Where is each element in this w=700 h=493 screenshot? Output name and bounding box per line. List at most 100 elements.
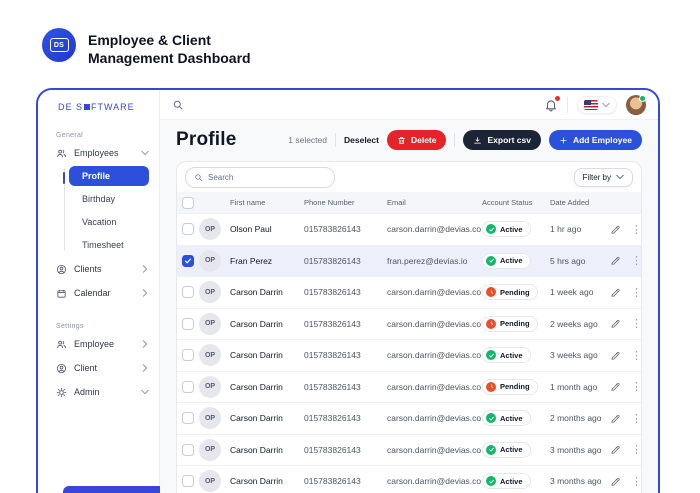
row-date-added: 2 weeks ago [550, 319, 610, 329]
edit-button[interactable] [610, 224, 632, 235]
row-email: carson.darrin@devias.co [387, 382, 482, 392]
check-icon [488, 478, 495, 485]
sidebar: DE SFTWARE General Employees Profile Bir… [38, 90, 160, 493]
export-csv-button[interactable]: Export csv [463, 130, 540, 150]
row-checkbox[interactable] [182, 318, 194, 330]
edit-button[interactable] [610, 318, 632, 329]
more-actions-button[interactable]: ⋮ [632, 286, 641, 299]
brand-square-icon [84, 104, 90, 110]
screen: DS Employee & Client Management Dashboar… [0, 0, 700, 493]
edit-button[interactable] [610, 413, 632, 424]
employees-table-card: Filter by First name Phone Number Email … [176, 161, 642, 493]
more-actions-button[interactable]: ⋮ [632, 475, 641, 488]
row-date-added: 1 hr ago [550, 224, 610, 234]
status-icon [486, 224, 496, 234]
table-row[interactable]: OP Carson Darrin 015783826143 carson.dar… [177, 465, 641, 493]
edit-button[interactable] [610, 476, 632, 487]
table-row[interactable]: OP Carson Darrin 015783826143 carson.dar… [177, 434, 641, 466]
app-title-line2: Management Dashboard [88, 49, 251, 67]
status-icon [486, 445, 496, 455]
row-checkbox[interactable] [182, 286, 194, 298]
table-row[interactable]: OP Carson Darrin 015783826143 carson.dar… [177, 371, 641, 403]
row-first-name: Fran Perez [230, 256, 304, 266]
table-row[interactable]: OP Carson Darrin 015783826143 carson.dar… [177, 308, 641, 340]
more-actions-button[interactable]: ⋮ [632, 254, 641, 267]
edit-button[interactable] [610, 381, 632, 392]
sidebar-item-employee-settings[interactable]: Employee [38, 334, 159, 354]
check-icon [488, 415, 495, 422]
table-row[interactable]: OP Carson Darrin 015783826143 carson.dar… [177, 402, 641, 434]
us-flag-icon [584, 100, 598, 110]
more-actions-button[interactable]: ⋮ [632, 380, 641, 393]
user-avatar[interactable] [626, 95, 646, 115]
row-phone: 015783826143 [304, 350, 387, 360]
edit-button[interactable] [610, 350, 632, 361]
row-checkbox[interactable] [182, 412, 194, 424]
status-label: Active [500, 477, 523, 486]
row-checkbox[interactable] [182, 349, 194, 361]
content: Profile 1 selected Deselect Delete Expor… [160, 120, 658, 493]
sidebar-item-birthday[interactable]: Birthday [69, 189, 149, 209]
pencil-icon [610, 476, 621, 487]
divider [454, 133, 455, 147]
title-row: Profile 1 selected Deselect Delete Expor… [176, 129, 642, 151]
table-row[interactable]: OP Fran Perez 015783826143 fran.perez@de… [177, 245, 641, 277]
more-actions-button[interactable]: ⋮ [632, 317, 641, 330]
sidebar-item-admin[interactable]: Admin [38, 382, 159, 402]
status-icon [486, 476, 496, 486]
sidebar-item-employees[interactable]: Employees [38, 143, 159, 163]
search-icon[interactable] [172, 99, 184, 111]
edit-button[interactable] [610, 444, 632, 455]
deselect-button[interactable]: Deselect [344, 135, 379, 145]
row-phone: 015783826143 [304, 382, 387, 392]
sidebar-item-label: Admin [74, 387, 100, 397]
row-checkbox[interactable] [182, 381, 194, 393]
search-input[interactable] [208, 173, 326, 182]
sidebar-item-calendar[interactable]: Calendar [38, 283, 159, 303]
row-checkbox[interactable] [182, 444, 194, 456]
table-row[interactable]: OP Olson Paul 015783826143 carson.darrin… [177, 213, 641, 245]
language-selector[interactable] [577, 96, 617, 114]
row-avatar: OP [199, 313, 221, 335]
row-phone: 015783826143 [304, 256, 387, 266]
table-row[interactable]: OP Carson Darrin 015783826143 carson.dar… [177, 339, 641, 371]
column-date: Date Added [550, 198, 610, 207]
add-employee-button[interactable]: Add Employee [549, 130, 642, 150]
row-date-added: 3 months ago [550, 445, 610, 455]
sidebar-item-label: Employees [74, 148, 119, 158]
row-checkbox[interactable] [182, 223, 194, 235]
edit-button[interactable] [610, 255, 632, 266]
edit-button[interactable] [610, 287, 632, 298]
more-actions-button[interactable]: ⋮ [632, 412, 641, 425]
sidebar-item-clients[interactable]: Clients [38, 259, 159, 279]
check-icon [488, 226, 495, 233]
more-actions-button[interactable]: ⋮ [632, 223, 641, 236]
more-actions-button[interactable]: ⋮ [632, 349, 641, 362]
sidebar-item-client-settings[interactable]: Client [38, 358, 159, 378]
table-row[interactable]: OP Carson Darrin 015783826143 carson.dar… [177, 276, 641, 308]
sidebar-item-timesheet[interactable]: Timesheet [69, 235, 149, 255]
row-checkbox[interactable] [182, 255, 194, 267]
page-title: Profile [176, 129, 237, 151]
status-badge: Active [482, 253, 531, 269]
select-all-checkbox[interactable] [182, 197, 194, 209]
row-first-name: Carson Darrin [230, 476, 304, 486]
sidebar-item-profile[interactable]: Profile [69, 166, 149, 186]
row-phone: 015783826143 [304, 413, 387, 423]
row-phone: 015783826143 [304, 319, 387, 329]
delete-button[interactable]: Delete [387, 130, 447, 150]
row-checkbox[interactable] [182, 475, 194, 487]
table-search[interactable] [185, 167, 335, 188]
row-first-name: Carson Darrin [230, 350, 304, 360]
more-actions-button[interactable]: ⋮ [632, 443, 641, 456]
row-date-added: 3 weeks ago [550, 350, 610, 360]
chevron-down-icon [141, 149, 149, 157]
sidebar-item-vacation[interactable]: Vacation [69, 212, 149, 232]
row-avatar: OP [199, 439, 221, 461]
status-badge: Active [482, 221, 531, 237]
notifications-bell-icon[interactable] [544, 98, 558, 112]
users-icon [56, 339, 67, 350]
sidebar-item-label: Clients [74, 264, 102, 274]
filter-by-button[interactable]: Filter by [574, 168, 633, 187]
app-title-line1: Employee & Client [88, 31, 251, 49]
